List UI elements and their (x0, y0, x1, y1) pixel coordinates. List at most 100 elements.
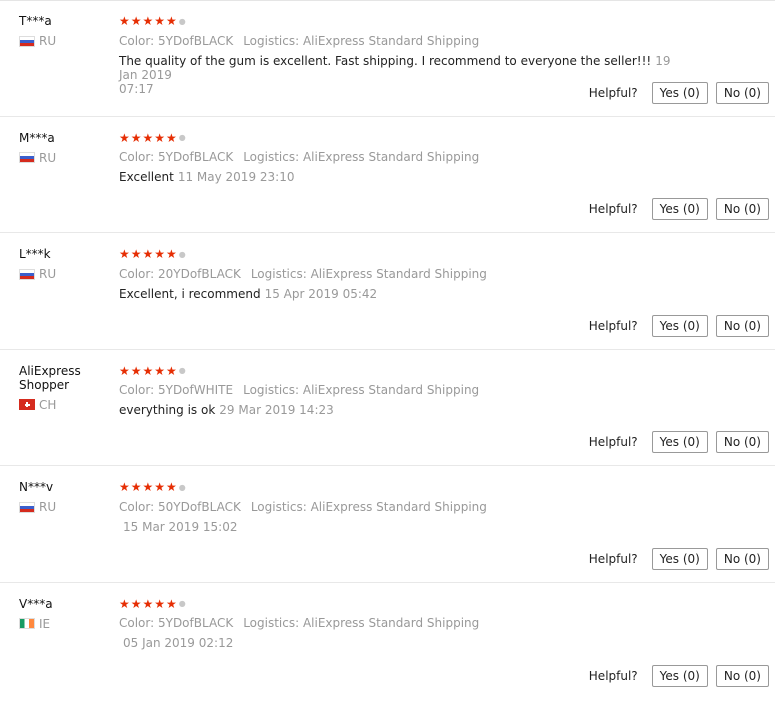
russia-flag-icon (19, 268, 35, 280)
review-date: 11 May 2019 23:10 (177, 170, 295, 184)
ireland-flag-icon (19, 618, 35, 629)
russia-flag-icon (19, 152, 35, 163)
review-time: 07:17 (119, 81, 154, 96)
country-code: IE (39, 616, 51, 631)
reviewer-name: AliExpress Shopper (19, 363, 81, 392)
review-item: M***a RU ★★★★★● Color: 5YDofBLACK Logisti… (0, 117, 775, 233)
reviewer-info: T***a RU (19, 14, 109, 48)
country-code: RU (39, 500, 57, 514)
helpful-yes-button[interactable]: Yes (0) (651, 547, 708, 570)
reviewer-info: M***a RU (19, 131, 109, 165)
product-color: Color: 5YDofBLACK (119, 616, 234, 630)
star-rating: ★★★★★● (119, 247, 679, 262)
logistics-info: Logistics: AliExpress Standard Shipping (243, 150, 480, 164)
review-text-line: everything is ok 29 Mar 2019 14:23 (119, 403, 679, 417)
helpful-yes-button[interactable]: Yes (0) (651, 665, 708, 687)
helpful-controls: Helpful? Yes (0) No (0) (589, 431, 769, 453)
logistics-info: Logistics: AliExpress Standard Shipping (243, 616, 480, 630)
review-item: V***a IE ★★★★★● Color: 5YDofBLACK Logisti… (0, 583, 775, 700)
review-text: The quality of the gum is excellent. Fas… (119, 53, 652, 68)
reviewer-info: L***k RU (19, 247, 109, 281)
rating-dot-icon: ● (178, 482, 187, 492)
reviewer-name: T***a (19, 14, 52, 28)
review-text: everything is ok (119, 403, 216, 417)
country-code: RU (39, 34, 57, 48)
star-rating: ★★★★★● (119, 131, 679, 146)
review-text: Excellent, i recommend (119, 286, 261, 301)
review-content: ★★★★★● Color: 5YDofBLACK Logistics: AliEx… (119, 597, 679, 651)
helpful-label: Helpful? (588, 318, 638, 333)
helpful-controls: Helpful? Yes (0) No (0) (589, 665, 769, 687)
product-color: Color: 50YDofBLACK (119, 499, 241, 514)
review-list: T***a RU ★★★★★● Color: 5YDofBLACK Logisti… (0, 0, 775, 699)
review-content: ★★★★★● Color: 5YDofWHITE Logistics: AliEx… (119, 364, 679, 418)
review-content: ★★★★★● Color: 20YDofBLACK Logistics: AliE… (119, 247, 679, 301)
logistics-info: Logistics: AliExpress Standard Shipping (250, 266, 487, 281)
review-item: T***a RU ★★★★★● Color: 5YDofBLACK Logisti… (0, 0, 775, 117)
review-meta: Color: 5YDofBLACK Logistics: AliExpress S… (119, 150, 679, 164)
review-text-line: Excellent, i recommend 15 Apr 2019 05:42 (119, 287, 679, 301)
switzerland-flag-icon (19, 399, 35, 410)
reviewer-name: L***k (19, 247, 51, 261)
reviewer-country: RU (19, 151, 109, 165)
stars-text: ★★★★★ (119, 14, 178, 28)
review-text-line: 05 Jan 2019 02:12 (119, 636, 679, 650)
review-item: AliExpress Shopper CH ★★★★★● Color: 5YDo… (0, 350, 775, 466)
country-code: CH (39, 397, 57, 412)
helpful-controls: Helpful? Yes (0) No (0) (588, 314, 769, 337)
product-color: Color: 5YDofWHITE (119, 383, 234, 397)
reviewer-info: V***a IE (19, 597, 109, 631)
product-color: Color: 5YDofBLACK (119, 150, 234, 164)
star-rating: ★★★★★● (119, 597, 679, 612)
helpful-controls: Helpful? Yes (0) No (0) (588, 81, 769, 104)
star-rating: ★★★★★● (119, 480, 679, 495)
russia-flag-icon (19, 501, 35, 513)
reviewer-name: N***v (19, 480, 54, 494)
review-item: N***v RU ★★★★★● Color: 50YDofBLACK Logist… (0, 466, 775, 583)
helpful-yes-button[interactable]: Yes (0) (651, 314, 708, 337)
reviewer-country: RU (19, 500, 109, 514)
helpful-yes-button[interactable]: Yes (0) (651, 81, 708, 104)
review-meta: Color: 5YDofBLACK Logistics: AliExpress S… (119, 34, 679, 48)
product-color: Color: 20YDofBLACK (119, 266, 241, 281)
review-text-line: 15 Mar 2019 15:02 (119, 520, 679, 534)
rating-dot-icon: ● (178, 16, 187, 26)
review-meta: Color: 5YDofWHITE Logistics: AliExpress S… (119, 383, 679, 397)
russia-flag-icon (19, 35, 35, 47)
review-date: 15 Mar 2019 15:02 (123, 519, 238, 534)
review-text-line: Excellent 11 May 2019 23:10 (119, 170, 679, 184)
stars-text: ★★★★★ (119, 130, 178, 145)
stars-text: ★★★★★ (119, 596, 178, 611)
star-rating: ★★★★★● (119, 364, 679, 379)
reviewer-info: N***v RU (19, 480, 109, 514)
helpful-label: Helpful? (588, 551, 638, 566)
helpful-label: Helpful? (588, 669, 638, 683)
country-code: RU (39, 267, 57, 281)
rating-dot-icon: ● (178, 133, 187, 142)
helpful-no-button[interactable]: No (0) (715, 81, 769, 104)
review-content: ★★★★★● Color: 5YDofBLACK Logistics: AliEx… (119, 131, 679, 185)
helpful-no-button[interactable]: No (0) (715, 198, 769, 220)
review-meta: Color: 5YDofBLACK Logistics: AliExpress S… (119, 616, 679, 630)
reviewer-info: AliExpress Shopper CH (19, 364, 109, 412)
star-rating: ★★★★★● (119, 14, 679, 29)
reviewer-country: CH (19, 398, 109, 412)
helpful-no-button[interactable]: No (0) (715, 314, 769, 337)
helpful-no-button[interactable]: No (0) (715, 547, 769, 570)
reviewer-name: V***a (19, 596, 53, 611)
helpful-label: Helpful? (588, 202, 638, 216)
helpful-no-button[interactable]: No (0) (715, 431, 769, 453)
helpful-yes-button[interactable]: Yes (0) (651, 198, 708, 220)
helpful-yes-button[interactable]: Yes (0) (651, 431, 708, 453)
review-meta: Color: 50YDofBLACK Logistics: AliExpress … (119, 500, 679, 514)
review-date: 05 Jan 2019 02:12 (123, 636, 234, 650)
rating-dot-icon: ● (178, 599, 187, 608)
stars-text: ★★★★★ (119, 480, 178, 494)
rating-dot-icon: ● (178, 249, 187, 259)
helpful-no-button[interactable]: No (0) (715, 665, 769, 687)
logistics-info: Logistics: AliExpress Standard Shipping (243, 33, 480, 48)
stars-text: ★★★★★ (119, 247, 178, 261)
country-code: RU (39, 150, 57, 165)
helpful-label: Helpful? (588, 85, 638, 100)
reviewer-country: RU (19, 267, 109, 281)
